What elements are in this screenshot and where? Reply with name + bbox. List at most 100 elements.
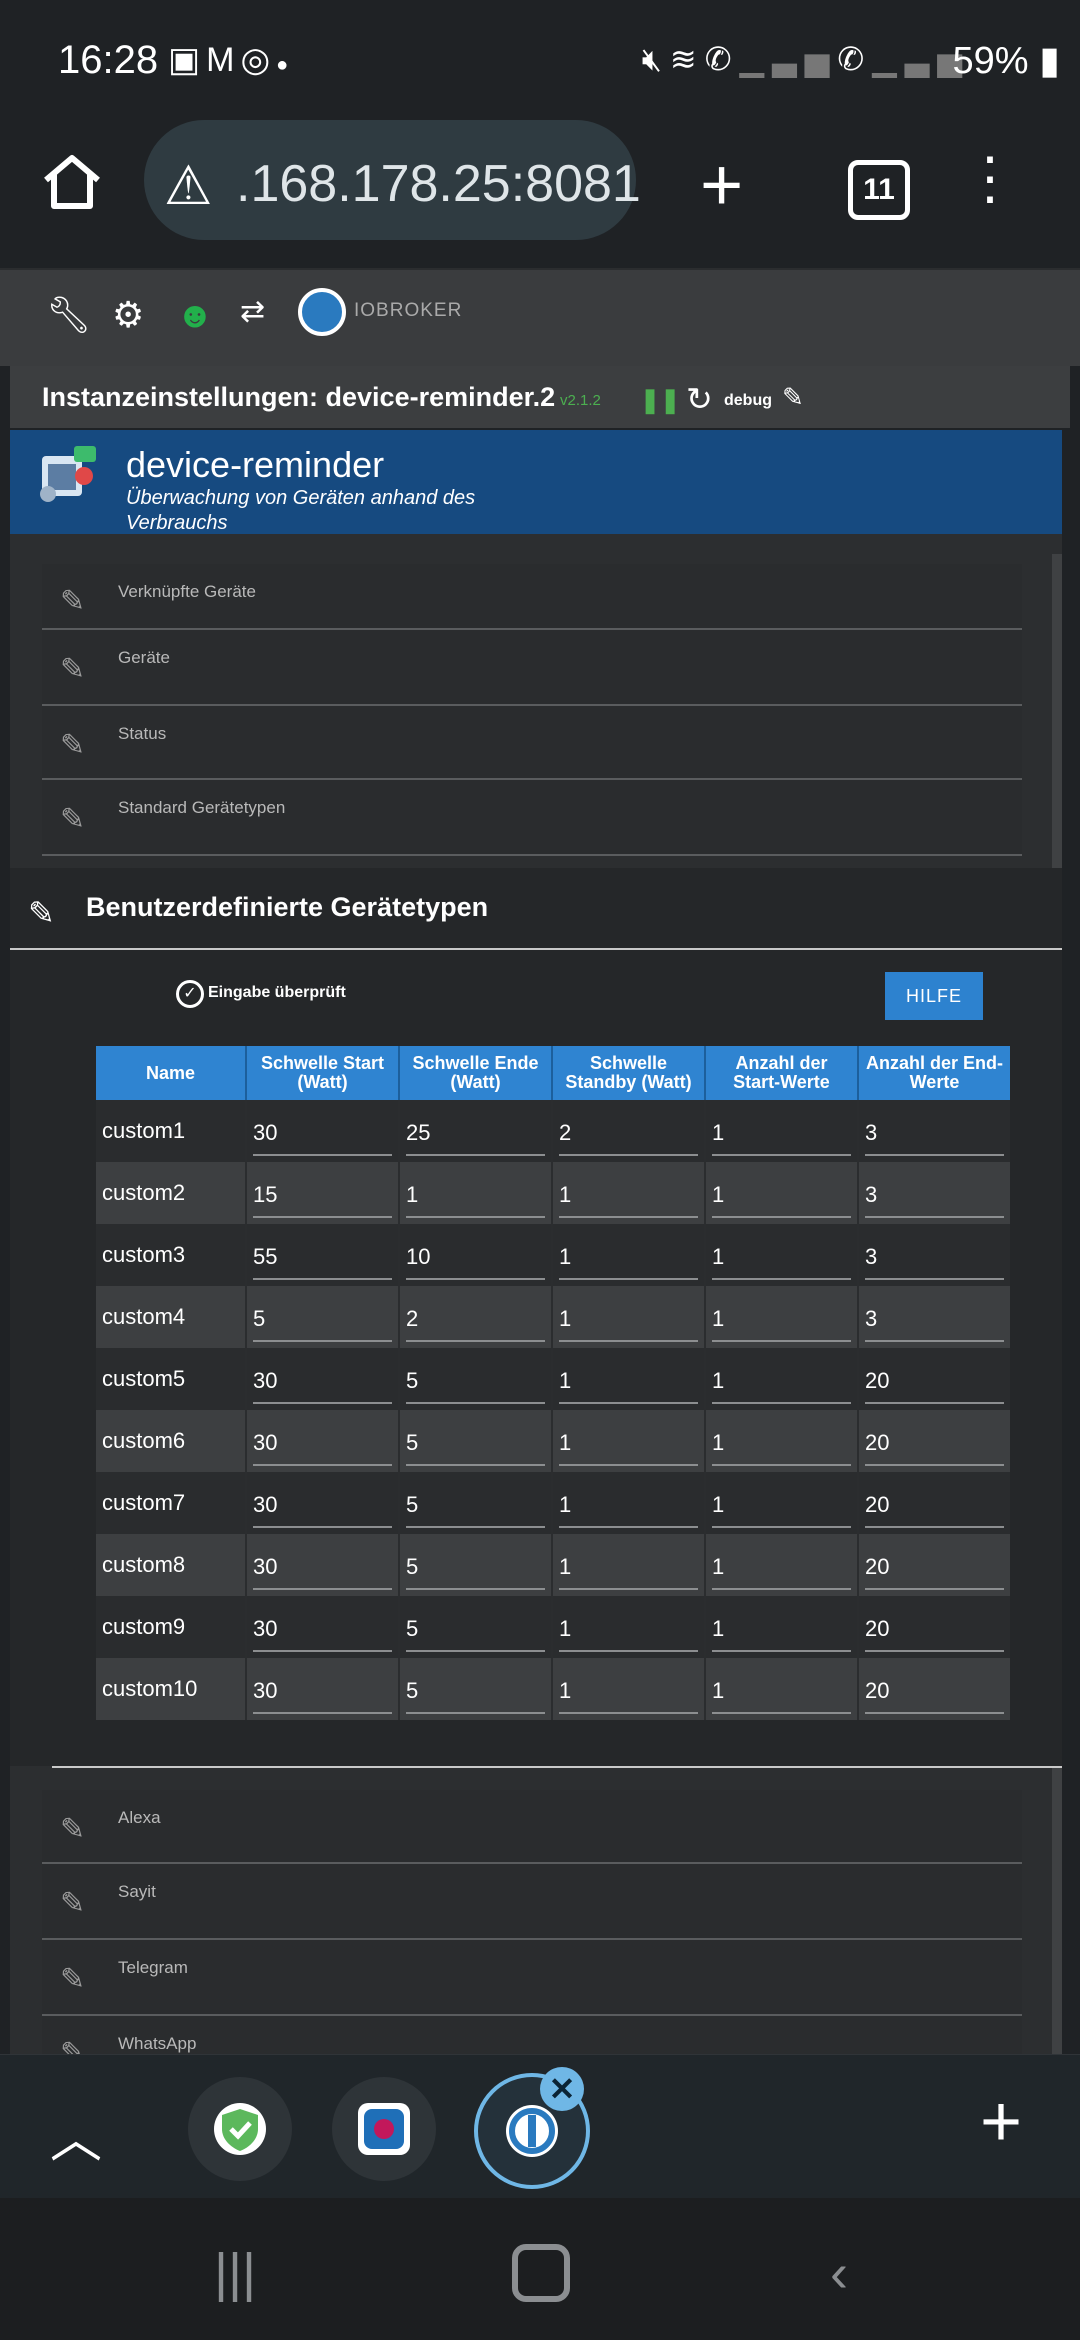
value-input[interactable]: 1 — [558, 1540, 698, 1590]
section-header[interactable]: Benutzerdefinierte Gerätetypen — [86, 892, 488, 923]
home-icon[interactable] — [40, 150, 104, 214]
value-input[interactable]: 1 — [711, 1354, 851, 1404]
section-standard-geraetetypen[interactable]: ✎ Standard Gerätetypen — [42, 780, 1022, 856]
value-input[interactable]: 2 — [558, 1106, 698, 1156]
value-input[interactable]: 1 — [711, 1106, 851, 1156]
value-input[interactable]: 20 — [864, 1664, 1004, 1714]
expert-mode-icon[interactable]: ☻ — [176, 294, 214, 336]
value-input[interactable]: 1 — [558, 1354, 698, 1404]
value-input[interactable]: 20 — [864, 1540, 1004, 1590]
value-input[interactable]: 5 — [405, 1602, 545, 1652]
section-geraete[interactable]: ✎ Geräte — [42, 630, 1022, 706]
value-cell: 1 — [398, 1162, 553, 1224]
value-input[interactable]: 30 — [252, 1602, 392, 1652]
value-input[interactable]: 3 — [864, 1106, 1004, 1156]
section-whatsapp[interactable]: ✎ WhatsApp — [42, 2016, 1022, 2054]
insecure-warning-icon[interactable]: ⚠ — [164, 154, 212, 217]
value-input[interactable]: 30 — [252, 1416, 392, 1466]
value-input[interactable]: 1 — [558, 1168, 698, 1218]
value-input[interactable]: 20 — [864, 1478, 1004, 1528]
value-input[interactable]: 1 — [711, 1478, 851, 1528]
value-cell: 3 — [857, 1162, 1010, 1224]
settings-icon[interactable]: ⚙ — [112, 294, 144, 336]
value-input[interactable]: 20 — [864, 1354, 1004, 1404]
add-tab-icon[interactable]: + — [980, 2081, 1022, 2163]
back-icon[interactable]: ‹ — [830, 2242, 848, 2304]
value-input[interactable]: 5 — [405, 1540, 545, 1590]
iobroker-logo-icon — [506, 2105, 558, 2157]
value-input[interactable]: 25 — [405, 1106, 545, 1156]
section-alexa[interactable]: ✎ Alexa — [42, 1790, 1022, 1864]
value-cell: 1 — [551, 1658, 706, 1720]
value-input[interactable]: 1 — [711, 1168, 851, 1218]
section-status[interactable]: ✎ Status — [42, 706, 1022, 780]
more-menu-icon[interactable]: · · · — [980, 126, 1000, 226]
table-row: custom1 30 25 2 1 3 — [96, 1100, 1010, 1162]
value-input[interactable]: 30 — [252, 1540, 392, 1590]
adapter-description: Überwachung von Geräten anhand des Verbr… — [126, 487, 476, 534]
image-icon: ▣ — [168, 41, 207, 79]
section-label: Sayit — [118, 1882, 156, 1901]
recent-apps-icon[interactable]: ||| — [214, 2242, 256, 2304]
value-input[interactable]: 30 — [252, 1106, 392, 1156]
value-input[interactable]: 1 — [558, 1292, 698, 1342]
version-label: v2.1.2 — [560, 392, 601, 409]
column-header: Schwelle Standby (Watt) — [551, 1046, 706, 1100]
help-button[interactable]: HILFE — [885, 972, 983, 1020]
type-name-cell: custom4 — [96, 1286, 247, 1348]
tab-thumbnail-adguard[interactable] — [188, 2077, 292, 2181]
chevron-up-icon[interactable]: ︿ — [50, 2097, 102, 2172]
value-input[interactable]: 3 — [864, 1168, 1004, 1218]
section-verknuepfte-geraete[interactable]: ✎ Verknüpfte Geräte — [42, 564, 1022, 630]
value-input[interactable]: 1 — [558, 1664, 698, 1714]
value-input[interactable]: 30 — [252, 1664, 392, 1714]
tab-count-button[interactable]: 11 — [848, 160, 910, 220]
edit-log-level-icon[interactable]: ✎ — [782, 382, 804, 413]
value-input[interactable]: 1 — [711, 1602, 851, 1652]
home-button-icon[interactable] — [512, 2244, 570, 2302]
value-input[interactable]: 15 — [252, 1168, 392, 1218]
value-input[interactable]: 5 — [405, 1416, 545, 1466]
value-input[interactable]: 30 — [252, 1478, 392, 1528]
value-input[interactable]: 20 — [864, 1602, 1004, 1652]
value-input[interactable]: 1 — [558, 1416, 698, 1466]
section-sayit[interactable]: ✎ Sayit — [42, 1864, 1022, 1940]
url-text[interactable]: .168.178.25:8081 — [236, 154, 641, 214]
divider — [52, 1766, 1062, 1768]
value-cell: 1 — [704, 1534, 859, 1596]
value-input[interactable]: 1 — [711, 1540, 851, 1590]
value-input[interactable]: 1 — [558, 1230, 698, 1280]
value-input[interactable]: 5 — [405, 1664, 545, 1714]
value-input[interactable]: 1 — [711, 1292, 851, 1342]
value-input[interactable]: 1 — [711, 1230, 851, 1280]
value-input[interactable]: 1 — [558, 1602, 698, 1652]
value-input[interactable]: 3 — [864, 1292, 1004, 1342]
value-input[interactable]: 1 — [405, 1168, 545, 1218]
tab-thumbnail-raspberry[interactable] — [332, 2077, 436, 2181]
value-input[interactable]: 10 — [405, 1230, 545, 1280]
address-bar[interactable]: ⚠ .168.178.25:8081 — [144, 120, 641, 240]
status-bar: 16:28 ▣M◎● 🔇︎≋✆▁▃▅✆▁▃▅ 59% ▮ — [0, 0, 1080, 120]
value-input[interactable]: 20 — [864, 1416, 1004, 1466]
value-input[interactable]: 5 — [252, 1292, 392, 1342]
wrench-icon[interactable]: 🔧︎ — [46, 294, 92, 336]
log-level-label[interactable]: debug — [724, 392, 772, 410]
value-input[interactable]: 1 — [558, 1478, 698, 1528]
new-tab-icon[interactable]: + — [700, 142, 743, 227]
value-cell: 1 — [551, 1472, 706, 1534]
reload-icon[interactable]: ↻ — [686, 380, 713, 418]
value-input[interactable]: 2 — [405, 1292, 545, 1342]
browser-tab-strip: ︿ ✕ + — [0, 2054, 1080, 2199]
pause-icon[interactable]: ❚❚ — [640, 386, 680, 415]
value-input[interactable]: 1 — [711, 1416, 851, 1466]
close-tab-icon[interactable]: ✕ — [540, 2067, 584, 2111]
sync-icon[interactable]: ⇄ — [240, 294, 265, 329]
value-input[interactable]: 5 — [405, 1478, 545, 1528]
value-input[interactable]: 3 — [864, 1230, 1004, 1280]
section-telegram[interactable]: ✎ Telegram — [42, 1940, 1022, 2016]
value-input[interactable]: 55 — [252, 1230, 392, 1280]
value-input[interactable]: 5 — [405, 1354, 545, 1404]
value-input[interactable]: 30 — [252, 1354, 392, 1404]
value-input[interactable]: 1 — [711, 1664, 851, 1714]
value-cell: 2 — [398, 1286, 553, 1348]
